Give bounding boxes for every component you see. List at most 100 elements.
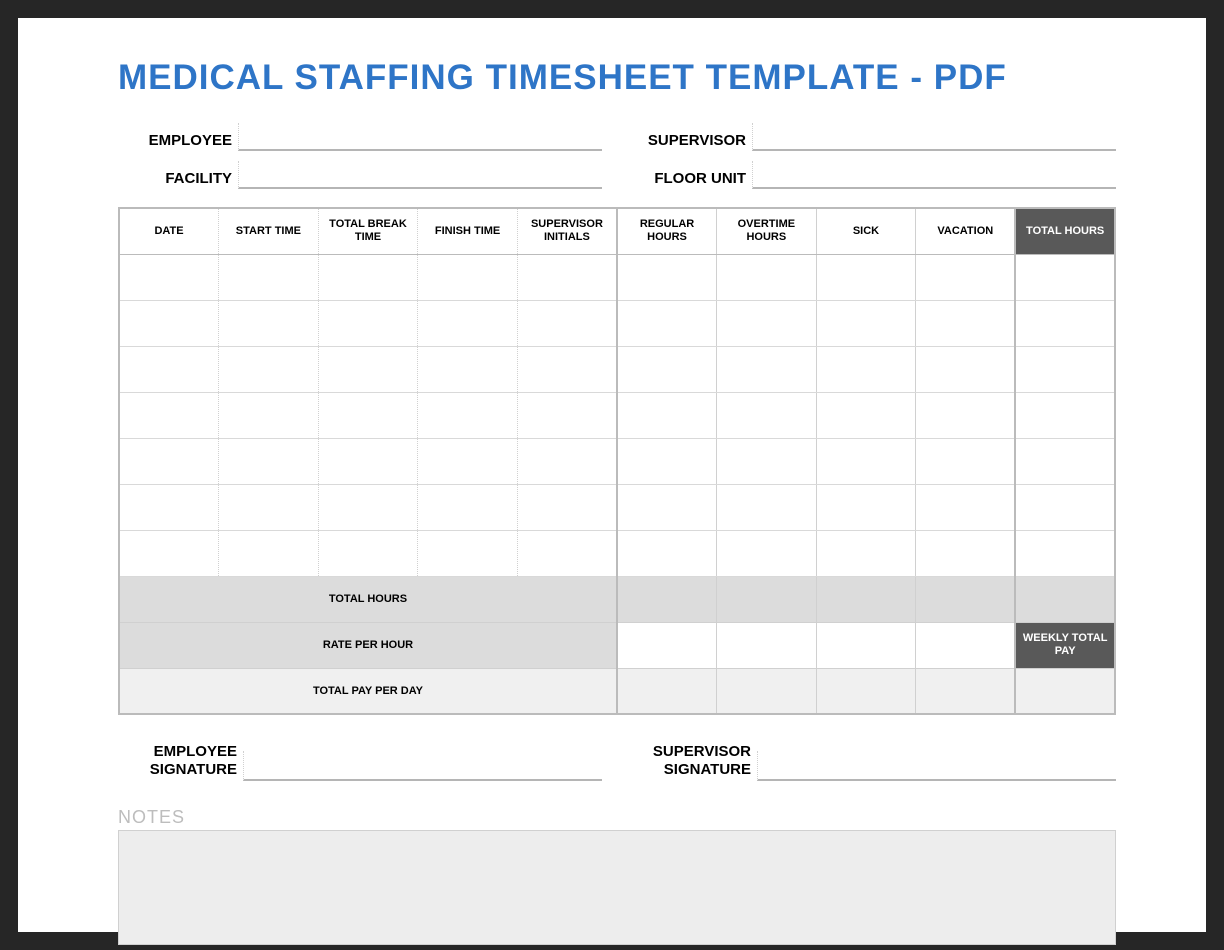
- col-supinit: SUPERVISOR INITIALS: [517, 208, 617, 254]
- table-header-row: DATE START TIME TOTAL BREAK TIME FINISH …: [119, 208, 1115, 254]
- cell-regular[interactable]: [617, 346, 717, 392]
- cell-sick[interactable]: [816, 438, 916, 484]
- cell-supinit[interactable]: [517, 530, 617, 576]
- floorunit-field[interactable]: [752, 161, 1116, 189]
- cell-total[interactable]: [1015, 392, 1115, 438]
- cell-regular[interactable]: [617, 530, 717, 576]
- cell-break[interactable]: [318, 300, 418, 346]
- cell-total[interactable]: [1015, 300, 1115, 346]
- cell-regular[interactable]: [617, 300, 717, 346]
- cell-finish[interactable]: [418, 300, 518, 346]
- cell-date[interactable]: [119, 438, 219, 484]
- cell-finish[interactable]: [418, 392, 518, 438]
- cell-date[interactable]: [119, 300, 219, 346]
- cell-vacation[interactable]: [916, 254, 1016, 300]
- cell-start[interactable]: [219, 438, 319, 484]
- cell-total[interactable]: [1015, 438, 1115, 484]
- cell-overtime[interactable]: [717, 484, 817, 530]
- total-overtime: [717, 576, 817, 622]
- cell-regular[interactable]: [617, 484, 717, 530]
- rate-overtime[interactable]: [717, 622, 817, 668]
- cell-sick[interactable]: [816, 300, 916, 346]
- cell-break[interactable]: [318, 392, 418, 438]
- emp-sig-field[interactable]: [243, 751, 602, 781]
- table-row: [119, 300, 1115, 346]
- cell-supinit[interactable]: [517, 438, 617, 484]
- col-finish: FINISH TIME: [418, 208, 518, 254]
- col-total: TOTAL HOURS: [1015, 208, 1115, 254]
- cell-break[interactable]: [318, 346, 418, 392]
- cell-sick[interactable]: [816, 484, 916, 530]
- cell-start[interactable]: [219, 484, 319, 530]
- cell-finish[interactable]: [418, 254, 518, 300]
- cell-vacation[interactable]: [916, 438, 1016, 484]
- cell-overtime[interactable]: [717, 392, 817, 438]
- supervisor-field[interactable]: [752, 123, 1116, 151]
- table-row: [119, 254, 1115, 300]
- cell-regular[interactable]: [617, 392, 717, 438]
- cell-break[interactable]: [318, 530, 418, 576]
- sup-sig-label: SUPERVISOR SIGNATURE: [632, 743, 757, 781]
- cell-overtime[interactable]: [717, 254, 817, 300]
- cell-date[interactable]: [119, 530, 219, 576]
- cell-supinit[interactable]: [517, 392, 617, 438]
- cell-total[interactable]: [1015, 484, 1115, 530]
- cell-vacation[interactable]: [916, 484, 1016, 530]
- cell-supinit[interactable]: [517, 484, 617, 530]
- document-title: MEDICAL STAFFING TIMESHEET TEMPLATE - PD…: [118, 58, 1116, 98]
- cell-total[interactable]: [1015, 346, 1115, 392]
- emp-sig-label: EMPLOYEE SIGNATURE: [118, 743, 243, 781]
- cell-date[interactable]: [119, 254, 219, 300]
- cell-start[interactable]: [219, 300, 319, 346]
- cell-supinit[interactable]: [517, 300, 617, 346]
- cell-overtime[interactable]: [717, 530, 817, 576]
- sup-sig-field[interactable]: [757, 751, 1116, 781]
- cell-finish[interactable]: [418, 438, 518, 484]
- supervisor-label: SUPERVISOR: [632, 132, 752, 151]
- cell-break[interactable]: [318, 484, 418, 530]
- cell-date[interactable]: [119, 392, 219, 438]
- cell-overtime[interactable]: [717, 300, 817, 346]
- cell-sick[interactable]: [816, 346, 916, 392]
- cell-finish[interactable]: [418, 530, 518, 576]
- cell-start[interactable]: [219, 346, 319, 392]
- cell-break[interactable]: [318, 438, 418, 484]
- cell-sick[interactable]: [816, 530, 916, 576]
- cell-finish[interactable]: [418, 346, 518, 392]
- cell-break[interactable]: [318, 254, 418, 300]
- rate-regular[interactable]: [617, 622, 717, 668]
- cell-supinit[interactable]: [517, 346, 617, 392]
- cell-vacation[interactable]: [916, 300, 1016, 346]
- info-grid: EMPLOYEE SUPERVISOR FACILITY FLOOR UNIT: [118, 123, 1116, 189]
- cell-supinit[interactable]: [517, 254, 617, 300]
- cell-vacation[interactable]: [916, 392, 1016, 438]
- cell-date[interactable]: [119, 484, 219, 530]
- cell-vacation[interactable]: [916, 530, 1016, 576]
- cell-finish[interactable]: [418, 484, 518, 530]
- document-page: MEDICAL STAFFING TIMESHEET TEMPLATE - PD…: [18, 18, 1206, 932]
- pay-regular: [617, 668, 717, 714]
- signature-grid: EMPLOYEE SIGNATURE SUPERVISOR SIGNATURE: [118, 743, 1116, 781]
- cell-vacation[interactable]: [916, 346, 1016, 392]
- cell-start[interactable]: [219, 254, 319, 300]
- cell-total[interactable]: [1015, 530, 1115, 576]
- cell-sick[interactable]: [816, 254, 916, 300]
- cell-sick[interactable]: [816, 392, 916, 438]
- cell-start[interactable]: [219, 530, 319, 576]
- cell-overtime[interactable]: [717, 346, 817, 392]
- pdf-viewer: MEDICAL STAFFING TIMESHEET TEMPLATE - PD…: [0, 0, 1224, 950]
- facility-field[interactable]: [238, 161, 602, 189]
- cell-total[interactable]: [1015, 254, 1115, 300]
- cell-overtime[interactable]: [717, 438, 817, 484]
- pay-sick: [816, 668, 916, 714]
- col-regular: REGULAR HOURS: [617, 208, 717, 254]
- cell-regular[interactable]: [617, 438, 717, 484]
- cell-regular[interactable]: [617, 254, 717, 300]
- rate-sick[interactable]: [816, 622, 916, 668]
- pay-vacation: [916, 668, 1016, 714]
- employee-field[interactable]: [238, 123, 602, 151]
- notes-field[interactable]: [118, 830, 1116, 945]
- cell-date[interactable]: [119, 346, 219, 392]
- rate-vacation[interactable]: [916, 622, 1016, 668]
- cell-start[interactable]: [219, 392, 319, 438]
